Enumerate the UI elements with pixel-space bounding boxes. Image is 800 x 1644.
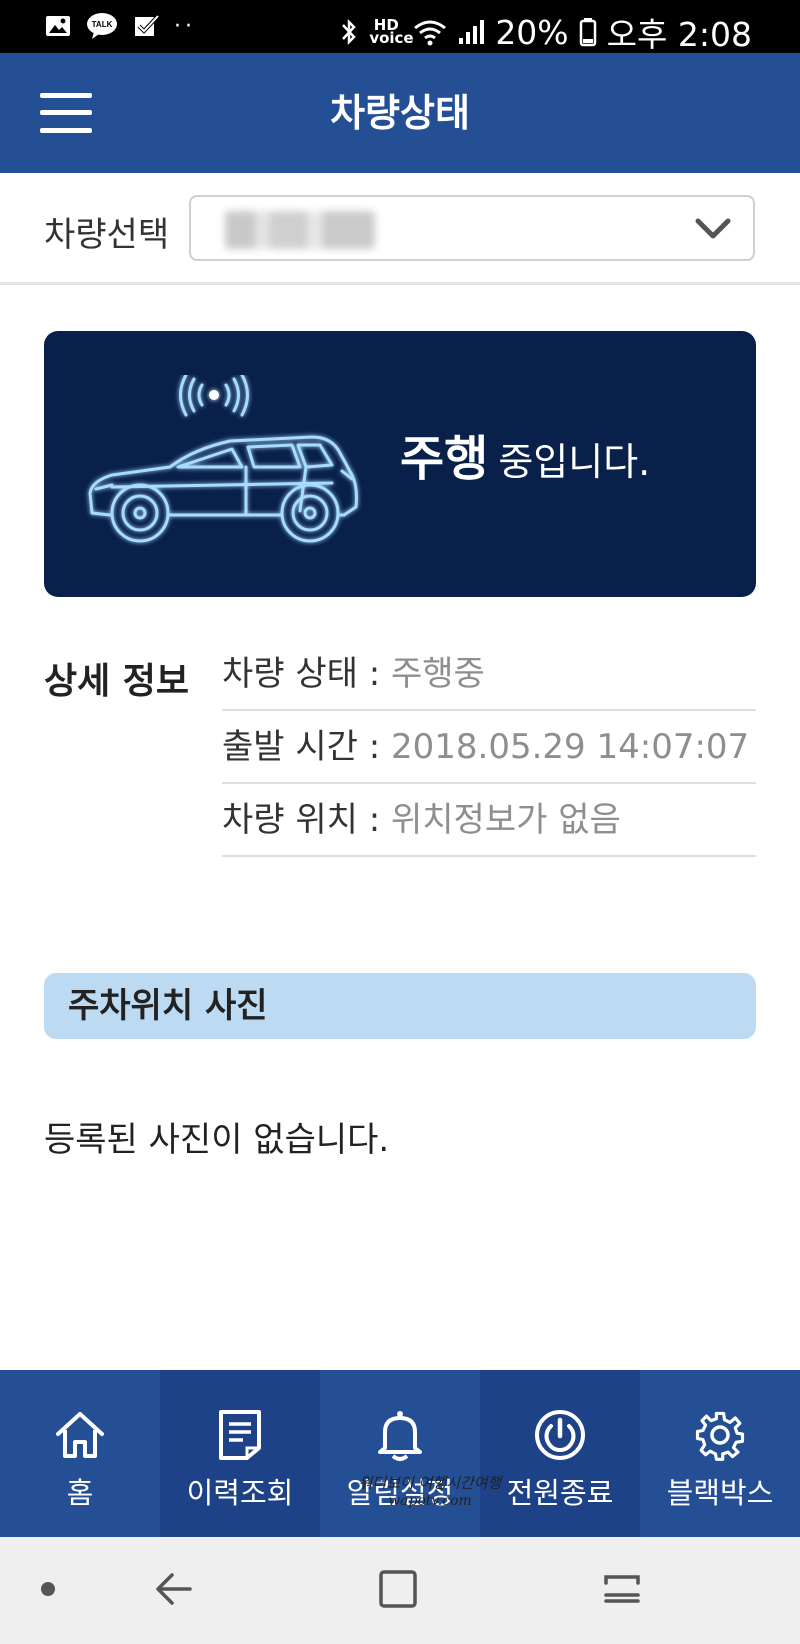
detail-value: 주행중 [391,654,485,694]
nav-label: 알림설정 [346,1476,454,1510]
document-icon [219,1410,261,1460]
nav-alert-settings[interactable]: 알림설정 [320,1370,480,1537]
detail-value: 2018.05.29 14:07:07 [391,727,750,767]
gear-icon [695,1411,745,1461]
check-icon [135,14,160,36]
bluetooth-icon [342,18,357,46]
nav-home[interactable]: 홈 [0,1370,160,1537]
wifi-icon [414,20,447,46]
nav-label: 블랙박스 [666,1476,774,1510]
gallery-icon [46,16,70,36]
status-suffix: 중입니다. [498,440,651,484]
talk-icon: TALK [87,13,117,39]
vehicle-select-label: 차량선택 [44,215,170,255]
parking-photo-header: 주차위치 사진 [44,973,756,1039]
back-icon[interactable] [154,1569,194,1609]
detail-key: 출발 시간 : [222,727,391,767]
home-icon [56,1412,104,1458]
driving-status-message: 주행 중입니다. [400,419,650,489]
nav-blackbox[interactable]: 블랙박스 [640,1370,800,1537]
detail-key: 차량 상태 : [222,654,391,694]
system-navigation-bar [0,1537,800,1644]
nav-power-off[interactable]: 전원종료 [480,1370,640,1537]
vehicle-select-row: 차량선택 [0,173,800,285]
vehicle-select-dropdown[interactable] [189,195,755,261]
power-icon [535,1410,585,1460]
detail-value: 위치정보가 없음 [391,800,621,840]
nav-label: 전원종료 [506,1476,614,1510]
detail-row-departure-time: 출발 시간 : 2018.05.29 14:07:07 [222,711,756,784]
battery-icon [579,18,596,47]
hd-voice-icon: HD voice [369,16,414,47]
notification-icons: TALK ·· [44,12,196,40]
signal-icon [459,20,485,44]
status-keyword: 주행 [400,431,489,487]
vehicle-plate-value-blurred [225,211,375,249]
clock: 오후 2:08 [606,15,752,54]
bottom-nav: 홈 이력조회 알림설정 전원종료 블랙박스 [0,1370,800,1537]
dot-icon[interactable] [40,1581,56,1597]
detail-row-vehicle-location: 차량 위치 : 위치정보가 없음 [222,784,756,857]
chevron-down-icon [695,218,731,239]
detail-section-title: 상세 정보 [44,661,190,702]
system-status: HD voice 20% 오후 2:08 [339,8,752,56]
nav-history[interactable]: 이력조회 [160,1370,320,1537]
detail-list: 차량 상태 : 주행중 출발 시간 : 2018.05.29 14:07:07 … [222,638,756,857]
nav-label: 이력조회 [186,1476,294,1510]
detail-row-vehicle-status: 차량 상태 : 주행중 [222,638,756,711]
connected-car-icon [88,375,358,543]
page-title: 차량상태 [330,91,470,135]
parking-photo-title: 주차위치 사진 [68,986,268,1026]
battery-percent: 20% [495,12,569,52]
more-notifications-icon: ·· [174,13,196,39]
bell-icon [378,1411,422,1461]
parking-photo-empty-message: 등록된 사진이 없습니다. [44,1120,390,1160]
vehicle-status-card: 주행 중입니다. [44,331,756,597]
recent-apps-icon[interactable] [602,1569,642,1609]
status-bar: TALK ·· HD voice 20% 오후 2:08 [0,0,800,56]
detail-key: 차량 위치 : [222,800,391,840]
home-square-icon[interactable] [378,1569,418,1609]
nav-label: 홈 [66,1476,94,1510]
app-header: 차량상태 [0,53,800,173]
svg-text:TALK: TALK [92,20,113,29]
